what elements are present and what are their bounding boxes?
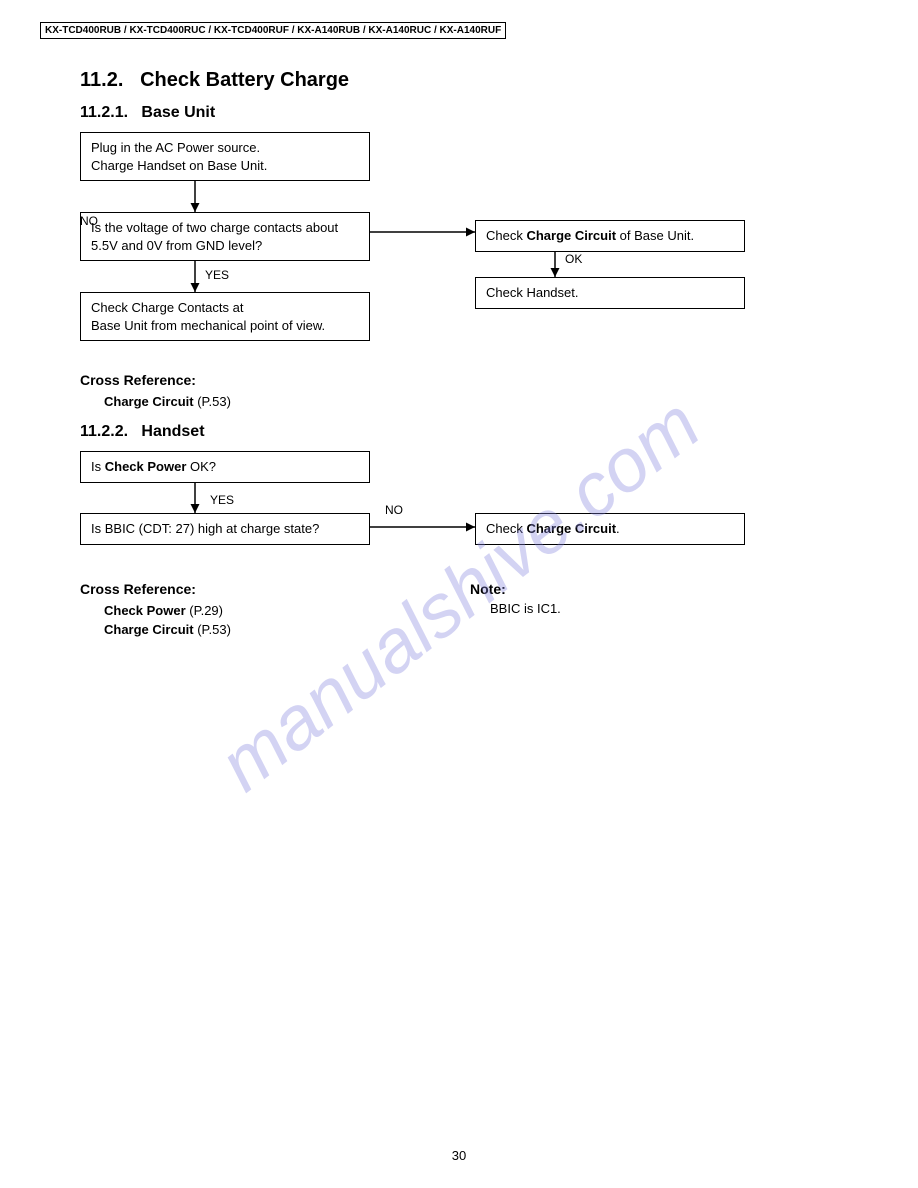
box3-post: of Base Unit. [616,228,694,243]
label-yes-1: YES [205,268,229,282]
hbox3-post: . [616,521,620,536]
label-no-1: NO [80,214,98,228]
diagram-base-unit: Plug in the AC Power source. Charge Hand… [80,132,860,352]
box2-line2: 5.5V and 0V from GND level? [91,238,262,253]
flow-box-check-charge-circuit: Check Charge Circuit of Base Unit. [475,220,745,252]
cross-ref2-item2: Charge Circuit (P.53) [104,622,231,637]
note-text: BBIC is IC1. [490,601,561,616]
hbox2-text: Is BBIC (CDT: 27) high at charge state? [91,521,319,536]
note-title: Note: [470,581,561,597]
hbox1-pre: Is [91,459,105,474]
cross-ref2-item2-bold: Charge Circuit [104,622,194,637]
note-block: Note: BBIC is IC1. [470,581,561,616]
box2-line1: Is the voltage of two charge contacts ab… [91,220,338,235]
box1-line1: Plug in the AC Power source. [91,140,260,155]
flow-box-check-handset: Check Handset. [475,277,745,309]
cross-ref2-item1-page: (P.29) [186,603,223,618]
model-header: KX-TCD400RUB / KX-TCD400RUC / KX-TCD400R… [40,22,506,39]
label-no-2: NO [385,503,403,517]
subsection1-number: 11.2.1. [80,104,128,121]
box3-pre: Check [486,228,526,243]
subsection2-number: 11.2.2. [80,423,128,440]
hbox3-bold: Charge Circuit [526,521,616,536]
cross-reference-1: Cross Reference: Charge Circuit (P.53) [80,372,878,409]
cross-ref2-title: Cross Reference: [80,581,231,597]
hbox3-pre: Check [486,521,526,536]
section-number: 11.2. [80,69,123,91]
label-yes-2: YES [210,493,234,507]
cross-ref1-bold: Charge Circuit [104,394,194,409]
subsection1-name: Base Unit [141,104,215,121]
cross-ref2-item1-bold: Check Power [104,603,186,618]
refs-row: Cross Reference: Check Power (P.29) Char… [80,581,878,661]
box5-line1: Check Charge Contacts at [91,300,243,315]
hbox1-bold: Check Power [105,459,187,474]
cross-ref2-item1: Check Power (P.29) [104,603,231,618]
page-number: 30 [0,1148,918,1163]
cross-reference-2: Cross Reference: Check Power (P.29) Char… [80,581,231,641]
flow-box-check-charge-circuit-2: Check Charge Circuit. [475,513,745,545]
flow-box-voltage: Is the voltage of two charge contacts ab… [80,212,370,261]
flow-box-check-power: Is Check Power OK? [80,451,370,483]
subsection2-title: 11.2.2. Handset [80,423,878,441]
hbox1-post: OK? [186,459,216,474]
box1-line2: Charge Handset on Base Unit. [91,158,267,173]
box4-text: Check Handset. [486,285,579,300]
flow-box-plugin: Plug in the AC Power source. Charge Hand… [80,132,370,181]
cross-ref1-title: Cross Reference: [80,372,878,388]
cross-ref2-item2-page: (P.53) [194,622,231,637]
subsection2-name: Handset [141,423,204,440]
flow-box-check-contacts: Check Charge Contacts at Base Unit from … [80,292,370,341]
section-title: 11.2. Check Battery Charge [80,69,878,92]
cross-ref1-page: (P.53) [194,394,231,409]
box5-line2: Base Unit from mechanical point of view. [91,318,325,333]
box3-bold: Charge Circuit [526,228,616,243]
page-container: KX-TCD400RUB / KX-TCD400RUC / KX-TCD400R… [0,0,918,1188]
label-ok: OK [565,252,582,266]
section-name: Check Battery Charge [140,69,349,91]
subsection1-title: 11.2.1. Base Unit [80,104,878,122]
flow-box-bbic: Is BBIC (CDT: 27) high at charge state? [80,513,370,545]
cross-ref1-item: Charge Circuit (P.53) [104,394,878,409]
diagram-handset: Is Check Power OK? YES Is BBIC (CDT: 27)… [80,451,860,561]
